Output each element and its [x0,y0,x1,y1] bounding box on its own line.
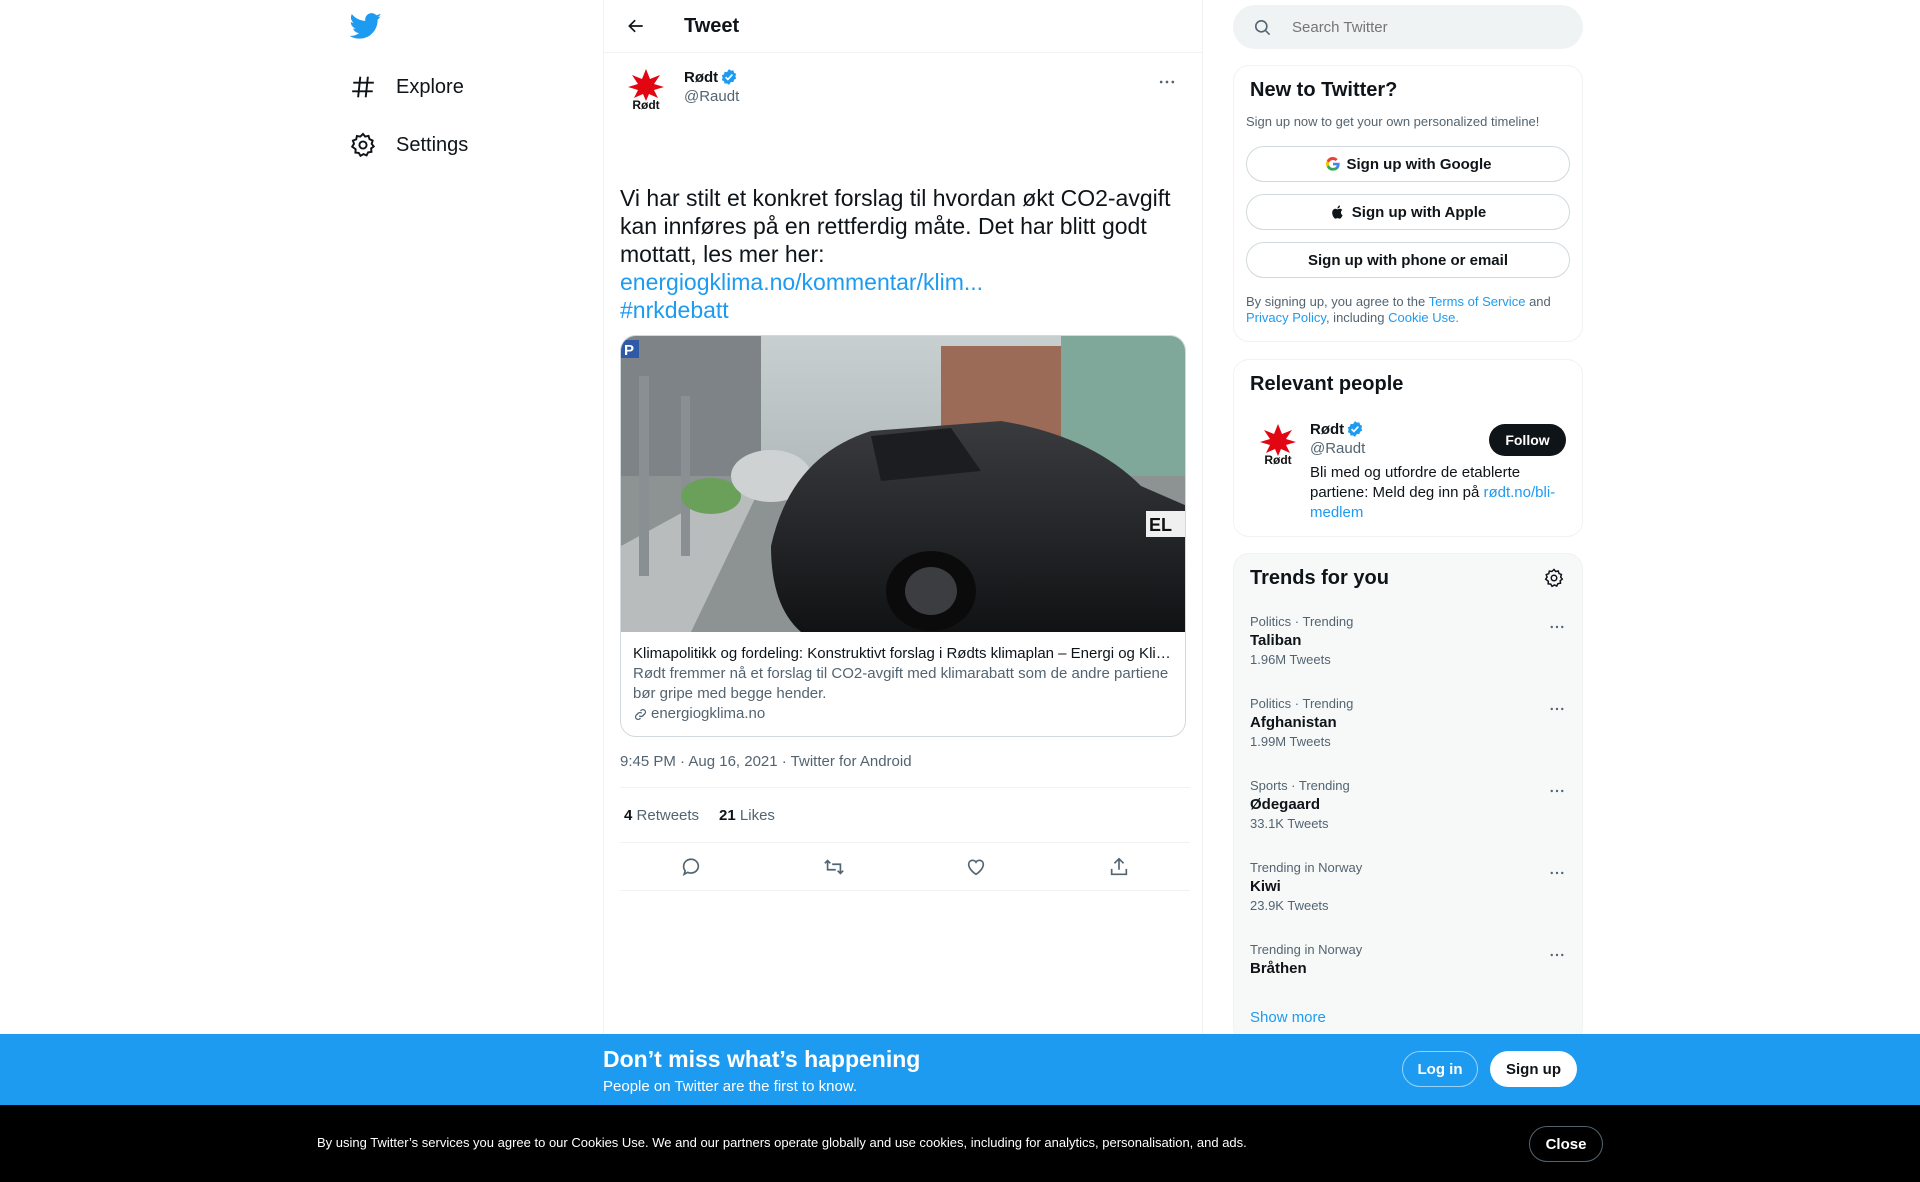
close-button[interactable]: Close [1529,1126,1603,1162]
new-to-twitter-panel: New to Twitter? Sign up now to get your … [1233,65,1583,342]
retweets-stat[interactable]: 4 Retweets [624,807,699,824]
person-name[interactable]: Rødt [1310,420,1364,438]
more-dots-icon [1550,871,1564,875]
avatar[interactable]: Rødt [1254,420,1302,468]
nav-settings[interactable]: Settings [350,125,468,165]
trend-item[interactable]: Politics · Trending Taliban 1.96M Tweets [1250,614,1570,667]
tweet-body: Vi har stilt et konkret forslag til hvor… [620,185,1171,267]
more-dots-icon [1159,80,1175,84]
card-image: P EL [621,336,1185,632]
signup-apple-button[interactable]: Sign up with Apple [1246,194,1570,230]
hashtag-icon [352,76,374,98]
signup-google-button[interactable]: Sign up with Google [1246,146,1570,182]
main-header: Tweet [604,0,1202,53]
follow-button[interactable]: Follow [1489,424,1566,456]
svg-text:Rødt: Rødt [1264,453,1291,467]
trends-panel: Trends for you Politics · Trending Talib… [1233,553,1583,1043]
trend-more-button[interactable] [1544,614,1570,640]
cookie-banner: By using Twitter’s services you agree to… [0,1105,1920,1182]
nav-settings-label: Settings [396,133,469,156]
trend-more-button[interactable] [1544,942,1570,968]
trend-more-button[interactable] [1544,860,1570,886]
twitter-logo-icon[interactable] [349,10,382,42]
likes-stat[interactable]: 21 Likes [719,807,775,824]
person-bio: Bli med og utfordre de etablerte partien… [1310,464,1556,521]
tweet-timestamp[interactable]: 9:45 PM · Aug 16, 2021 · Twitter for And… [620,753,912,770]
tweet-author: Rødt Rødt @Raudt [620,53,1186,125]
arrow-left-icon [628,19,643,33]
relevant-people-panel: Relevant people Rødt Rødt @Raudt Follow … [1233,359,1583,537]
show-more-link[interactable]: Show more [1250,1009,1326,1026]
trend-item[interactable]: Politics · Trending Afghanistan 1.99M Tw… [1250,696,1570,749]
google-icon [1325,156,1340,171]
banner-subtitle: People on Twitter are the first to know. [603,1078,858,1095]
verified-badge-icon [1348,421,1363,437]
tweet-link[interactable]: energiogklima.no/kommentar/klim... [620,269,983,295]
banner-title: Don’t miss what’s happening [603,1046,921,1072]
trends-title: Trends for you [1250,567,1389,589]
tweet-stats: 4 Retweets 21 Likes [620,787,1190,843]
share-icon[interactable] [1108,856,1130,878]
trend-more-button[interactable] [1544,696,1570,722]
link-card[interactable]: P EL Klimapolitikk og fordeling: Konstru… [620,335,1186,737]
tweet: Rødt Rødt @Raudt Vi har stilt et konkret… [604,53,1202,891]
search-box[interactable] [1233,5,1583,49]
relevant-people-title: Relevant people [1250,373,1404,395]
trend-item[interactable]: Trending in Norway Kiwi 23.9K Tweets [1250,860,1570,913]
cookie-text: By using Twitter’s services you agree to… [317,1135,1247,1150]
signup-banner: Don’t miss what’s happening People on Tw… [0,1034,1920,1105]
svg-text:P: P [624,342,634,359]
person-handle[interactable]: @Raudt [1310,440,1365,457]
cookie-link[interactable]: Cookie Use. [1388,310,1459,325]
link-icon [635,708,646,720]
author-handle[interactable]: @Raudt [684,88,739,105]
trend-more-button[interactable] [1544,778,1570,804]
tweet-text: Vi har stilt et konkret forslag til hvor… [620,184,1190,324]
card-description: Rødt fremmer nå et forslag til CO2-avgif… [633,665,1169,702]
nav-explore-label: Explore [396,75,464,98]
signup-phone-button[interactable]: Sign up with phone or email [1246,242,1570,278]
more-dots-icon [1550,625,1564,629]
back-button[interactable] [618,8,654,44]
svg-text:Rødt: Rødt [632,98,659,112]
trends-settings-button[interactable] [1544,568,1566,590]
more-dots-icon [1550,707,1564,711]
retweet-icon[interactable] [823,856,845,878]
like-icon[interactable] [965,856,987,878]
reply-icon[interactable] [680,856,702,878]
verified-badge-icon [722,69,737,85]
nav-explore[interactable]: Explore [350,67,464,107]
apple-icon [1331,205,1343,219]
card-domain: energiogklima.no [633,704,1173,724]
more-dots-icon [1550,789,1564,793]
legal-text: By signing up, you agree to the Terms of… [1246,294,1551,325]
new-to-twitter-title: New to Twitter? [1250,79,1398,101]
author-name[interactable]: Rødt [684,68,738,86]
tweet-actions [620,843,1190,891]
terms-link[interactable]: Terms of Service [1429,294,1526,309]
privacy-link[interactable]: Privacy Policy [1246,310,1326,325]
gear-icon [350,132,376,158]
page-title: Tweet [684,14,740,37]
card-title: Klimapolitikk og fordeling: Konstruktivt… [633,645,1173,662]
login-button[interactable]: Log in [1402,1051,1478,1087]
new-to-twitter-subtitle: Sign up now to get your own personalized… [1246,114,1540,129]
search-icon [1254,19,1271,35]
signup-button[interactable]: Sign up [1490,1051,1577,1087]
main-column: Tweet Rødt Rødt @Raudt Vi har stilt et k… [603,0,1203,1034]
svg-text:EL: EL [1149,515,1172,535]
trend-item[interactable]: Sports · Trending Ødegaard 33.1K Tweets [1250,778,1570,831]
avatar[interactable]: Rødt [622,65,670,113]
trend-item[interactable]: Trending in Norway Bråthen [1250,942,1570,977]
search-input[interactable] [1292,18,1552,36]
gear-icon [1544,568,1564,588]
tweet-more-button[interactable] [1150,67,1184,97]
tweet-hashtag[interactable]: #nrkdebatt [620,297,729,323]
more-dots-icon [1550,953,1564,957]
